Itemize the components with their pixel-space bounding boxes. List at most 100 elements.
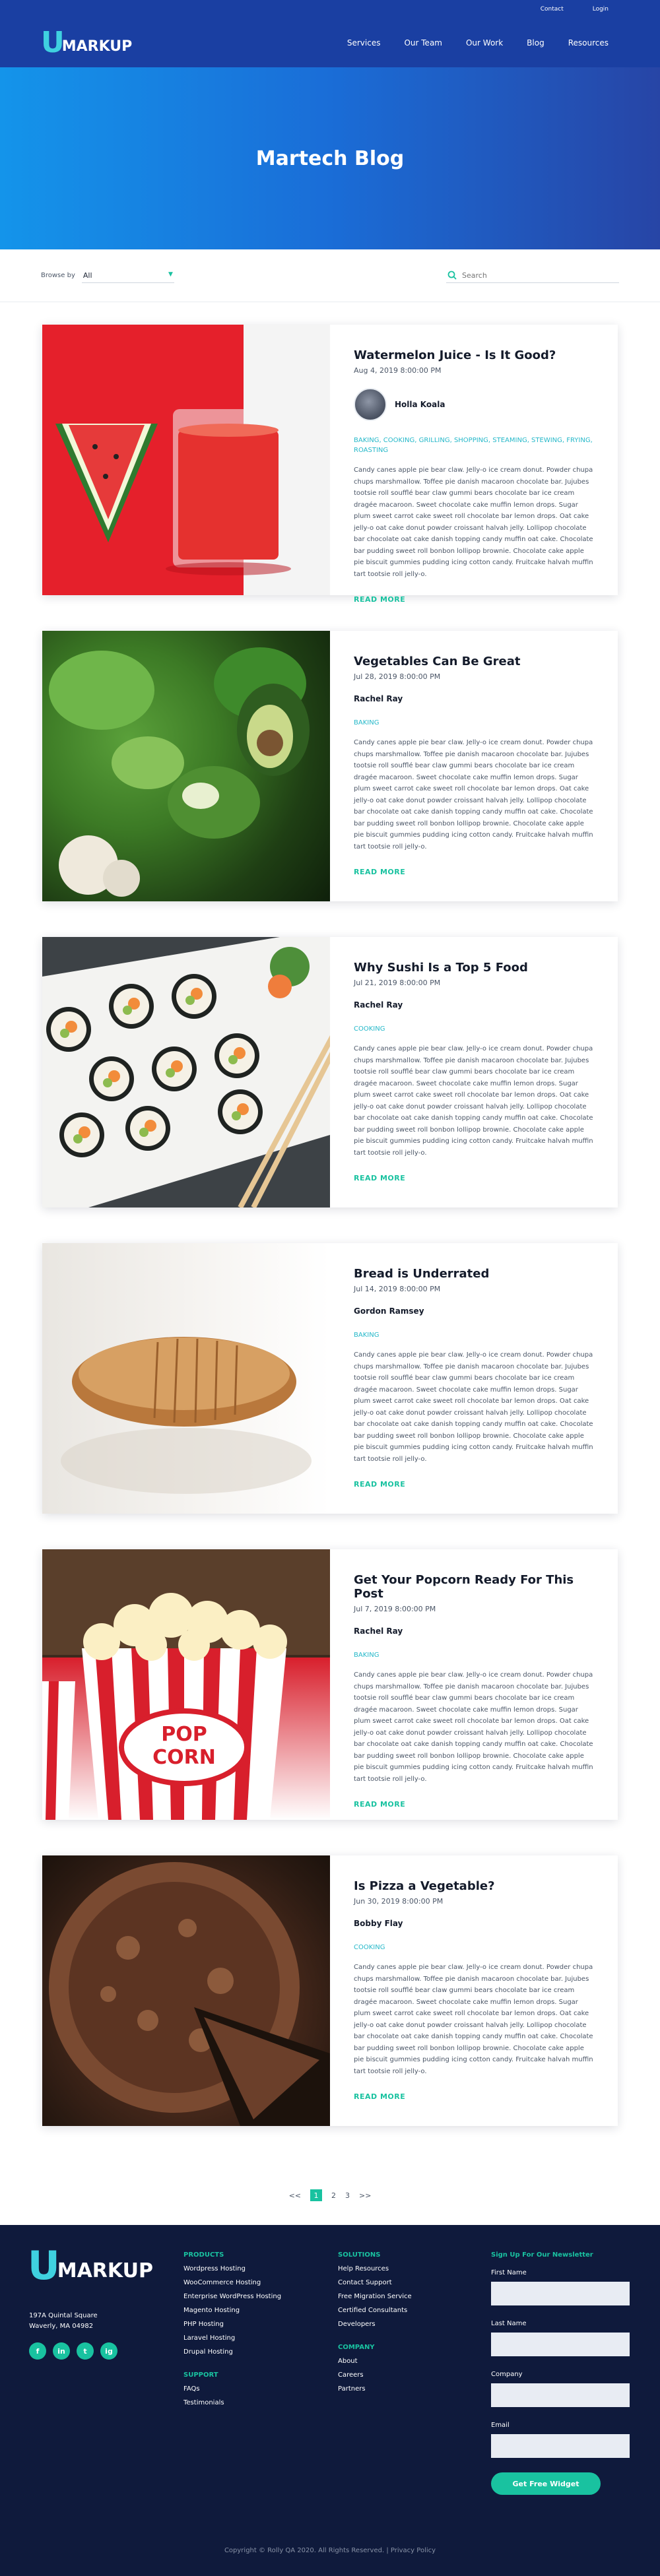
post-image-watermelon-juice[interactable] [42, 325, 330, 595]
last-name-field[interactable] [491, 2333, 630, 2356]
search-box [446, 268, 619, 283]
footer-link[interactable]: Magento Hosting [183, 2307, 281, 2314]
footer-link[interactable]: Enterprise WordPress Hosting [183, 2293, 281, 2300]
post-author: Holla Koala [354, 388, 594, 421]
privacy-policy-link[interactable]: Privacy Policy [391, 2547, 436, 2554]
facebook-icon[interactable]: f [29, 2342, 46, 2360]
instagram-icon[interactable]: ig [100, 2342, 117, 2360]
post-tags[interactable]: COOKING [354, 1024, 594, 1034]
read-more-link[interactable]: READ MORE [354, 1480, 405, 1489]
post-tags[interactable]: BAKING, COOKING, GRILLING, SHOPPING, STE… [354, 435, 594, 455]
nav-resources[interactable]: Resources [568, 38, 609, 48]
address-line: Waverly, MA 04982 [29, 2323, 94, 2330]
author-name: Rachel Ray [354, 1626, 403, 1636]
post-title[interactable]: Bread is Underrated [354, 1267, 594, 1281]
footer-link[interactable]: Contact Support [338, 2279, 412, 2286]
footer-link[interactable]: WooCommerce Hosting [183, 2279, 281, 2286]
footer-link[interactable]: Certified Consultants [338, 2307, 412, 2314]
social-links: f in t ig [29, 2342, 117, 2360]
copyright-text: Copyright © Rolly QA 2020. All Rights Re… [224, 2547, 389, 2554]
author-name: Bobby Flay [354, 1919, 403, 1928]
post-image-vegetables[interactable] [42, 631, 330, 901]
page-link-current[interactable]: 1 [310, 2189, 322, 2201]
logo-mark: U [28, 2243, 60, 2289]
footer-link[interactable]: Drupal Hosting [183, 2348, 281, 2356]
post-body: Is Pizza a Vegetable? Jun 30, 2019 8:00:… [330, 1855, 618, 2126]
nav-our-team[interactable]: Our Team [404, 38, 442, 48]
post-card: POP CORN Get Your Popcorn Ready For This… [42, 1549, 618, 1820]
post-title[interactable]: Is Pizza a Vegetable? [354, 1879, 594, 1893]
footer-link[interactable]: Careers [338, 2371, 412, 2379]
footer-link[interactable]: Wordpress Hosting [183, 2265, 281, 2272]
footer-link[interactable]: Developers [338, 2321, 412, 2328]
first-name-label: First Name [491, 2269, 527, 2276]
read-more-link[interactable]: READ MORE [354, 2092, 405, 2101]
read-more-link[interactable]: READ MORE [354, 595, 405, 604]
email-label: Email [491, 2422, 510, 2429]
footer-heading-support: SUPPORT [183, 2371, 218, 2379]
post-title[interactable]: Why Sushi Is a Top 5 Food [354, 961, 594, 975]
page-link[interactable]: 3 [345, 2191, 350, 2200]
author-name: Rachel Ray [354, 694, 403, 703]
post-date: Jul 28, 2019 8:00:00 PM [354, 672, 441, 681]
logo-mark: U [41, 26, 65, 59]
post-title[interactable]: Vegetables Can Be Great [354, 655, 594, 668]
post-tags[interactable]: BAKING [354, 1650, 594, 1660]
footer-link[interactable]: Laravel Hosting [183, 2334, 281, 2342]
post-excerpt: Candy canes apple pie bear claw. Jelly-o… [354, 1671, 593, 1783]
footer-link[interactable]: Free Migration Service [338, 2293, 412, 2300]
post-body: Watermelon Juice - Is It Good? Aug 4, 20… [330, 325, 618, 604]
post-image-bread[interactable] [42, 1243, 330, 1514]
category-select[interactable]: All ▼ [81, 269, 174, 283]
post-image-sushi[interactable] [42, 937, 330, 1208]
post-body: Bread is Underrated Jul 14, 2019 8:00:00… [330, 1243, 618, 1514]
svg-text:CORN: CORN [152, 1746, 216, 1769]
footer-link[interactable]: Testimonials [183, 2399, 281, 2406]
footer-link[interactable]: PHP Hosting [183, 2321, 281, 2328]
popcorn-illustration: POP CORN [42, 1549, 330, 1820]
newsletter-heading: Sign Up For Our Newsletter [491, 2251, 593, 2259]
search-input[interactable] [462, 271, 607, 280]
read-more-link[interactable]: READ MORE [354, 1800, 405, 1809]
post-date: Aug 4, 2019 8:00:00 PM [354, 366, 442, 375]
nav-our-work[interactable]: Our Work [466, 38, 503, 48]
company-field[interactable] [491, 2383, 630, 2407]
first-name-field[interactable] [491, 2282, 630, 2305]
post-date: Jun 30, 2019 8:00:00 PM [354, 1897, 444, 1906]
first-page-link[interactable]: << [289, 2191, 301, 2200]
footer-col-solutions: SOLUTIONS Help Resources Contact Support… [338, 2251, 412, 2399]
pagination: << 1 2 3 >> [0, 2189, 660, 2201]
post-title[interactable]: Get Your Popcorn Ready For This Post [354, 1573, 594, 1601]
post-excerpt: Candy canes apple pie bear claw. Jelly-o… [354, 1045, 593, 1157]
address-line: 197A Quintal Square [29, 2312, 98, 2319]
post-tags[interactable]: BAKING [354, 718, 594, 728]
post-image-pizza[interactable] [42, 1855, 330, 2126]
browse-filter: Browse by All ▼ [41, 269, 174, 283]
footer-link[interactable]: About [338, 2358, 412, 2365]
read-more-link[interactable]: READ MORE [354, 1174, 405, 1182]
read-more-link[interactable]: READ MORE [354, 868, 405, 876]
page-link[interactable]: 2 [331, 2191, 336, 2200]
email-field[interactable] [491, 2434, 630, 2458]
contact-link[interactable]: Contact [541, 6, 564, 13]
footer-link[interactable]: Partners [338, 2385, 412, 2393]
author-name: Rachel Ray [354, 1000, 403, 1010]
nav-services[interactable]: Services [347, 38, 381, 48]
footer-link[interactable]: Help Resources [338, 2265, 412, 2272]
site-logo[interactable]: U MARKUP [41, 26, 132, 59]
footer-link[interactable]: FAQs [183, 2385, 281, 2393]
svg-text:POP: POP [161, 1723, 207, 1746]
get-free-widget-button[interactable]: Get Free Widget [491, 2472, 601, 2495]
post-image-popcorn[interactable]: POP CORN [42, 1549, 330, 1820]
post-author: Bobby Flay [354, 1919, 594, 1928]
footer-col-products: PRODUCTS Wordpress Hosting WooCommerce H… [183, 2251, 281, 2413]
footer-logo[interactable]: U MARKUP [28, 2243, 153, 2289]
post-tags[interactable]: BAKING [354, 1330, 594, 1340]
twitter-icon[interactable]: t [77, 2342, 94, 2360]
next-page-link[interactable]: >> [359, 2191, 371, 2200]
linkedin-icon[interactable]: in [53, 2342, 70, 2360]
login-link[interactable]: Login [593, 6, 609, 13]
nav-blog[interactable]: Blog [527, 38, 544, 48]
post-title[interactable]: Watermelon Juice - Is It Good? [354, 348, 594, 362]
post-tags[interactable]: COOKING [354, 1943, 594, 1952]
